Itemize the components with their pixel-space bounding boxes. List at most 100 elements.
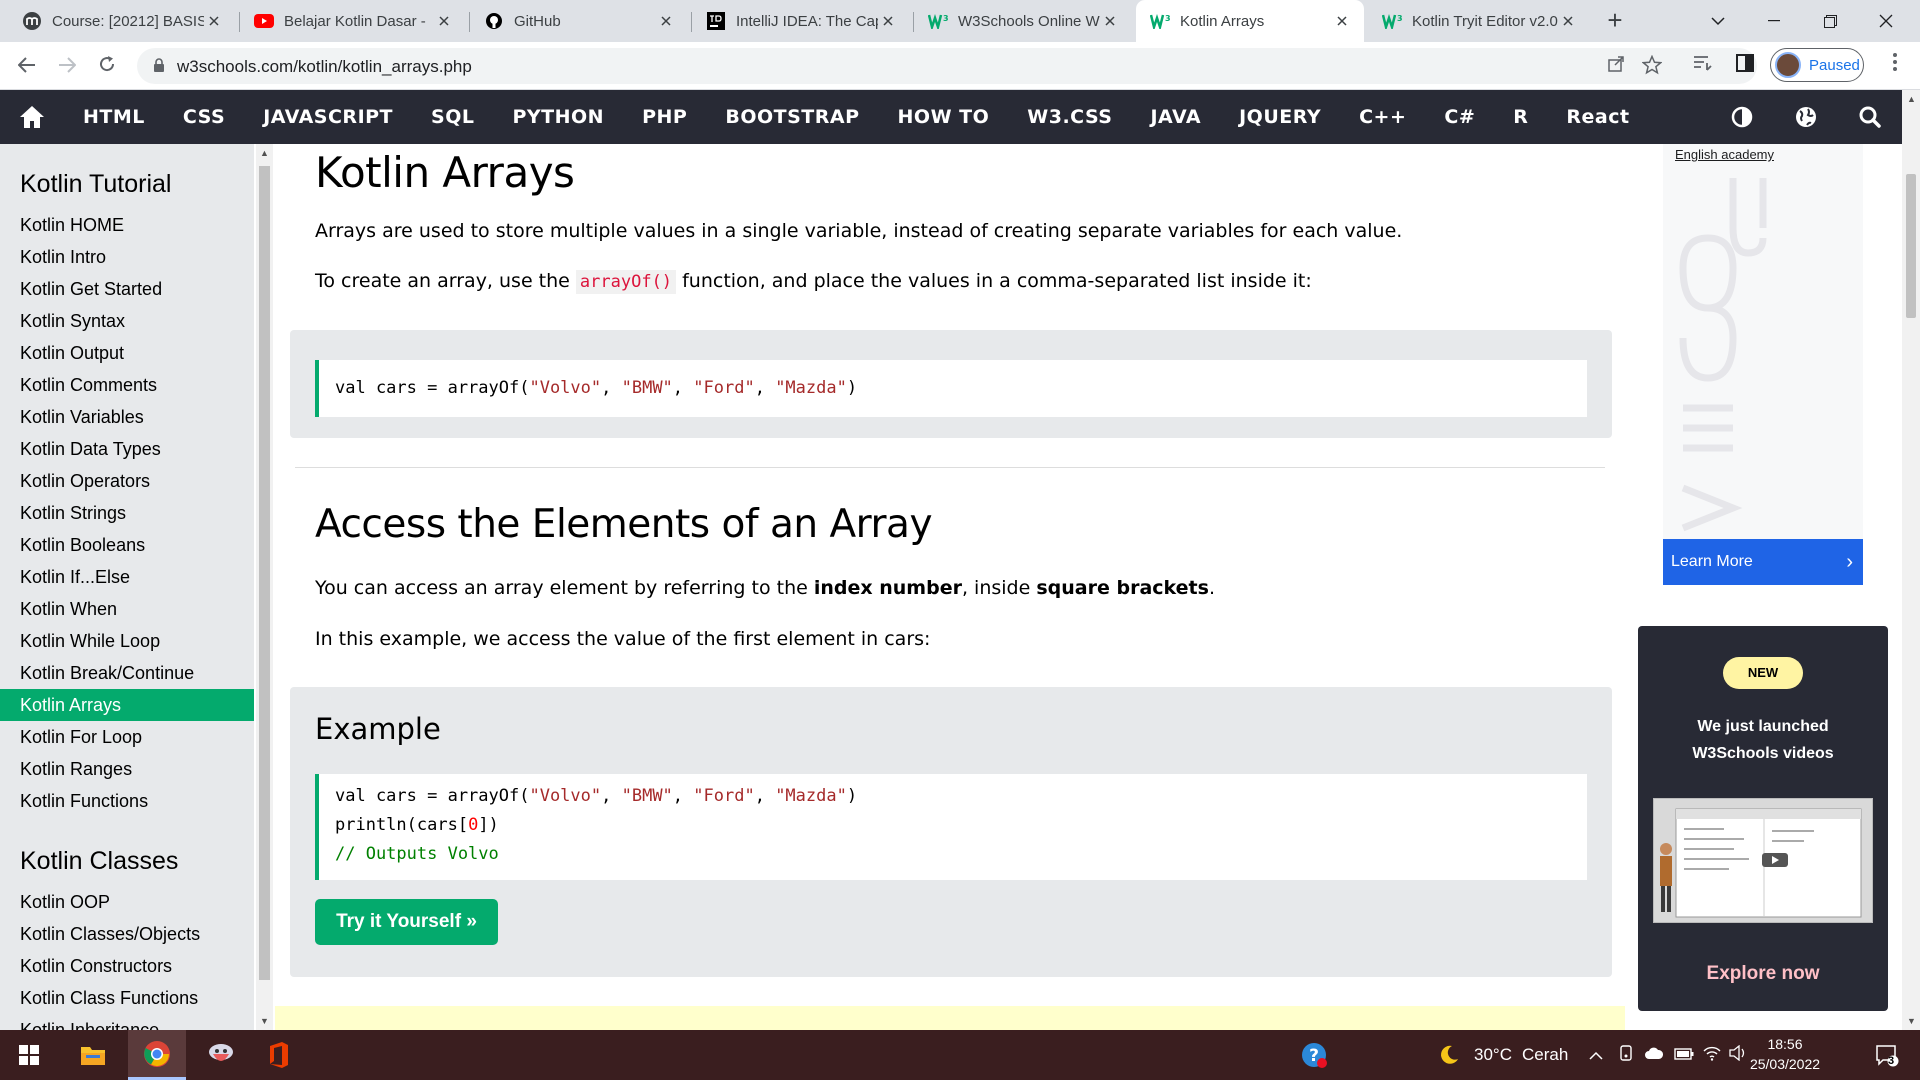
sidebar-link[interactable]: Kotlin Intro xyxy=(0,241,254,273)
reading-list-icon[interactable] xyxy=(1692,54,1714,76)
sidebar-link[interactable]: Kotlin Break/Continue xyxy=(0,657,254,689)
browser-menu-icon[interactable] xyxy=(1880,52,1910,82)
wifi-icon[interactable] xyxy=(1702,1045,1722,1065)
new-tab-button[interactable]: + xyxy=(1600,6,1630,36)
home-icon[interactable] xyxy=(0,90,64,144)
back-button[interactable] xyxy=(12,51,42,81)
weather-moon-icon[interactable] xyxy=(1420,1030,1478,1080)
notification-icon[interactable]: 3 xyxy=(1858,1030,1916,1080)
battery-icon[interactable] xyxy=(1674,1045,1694,1065)
reload-button[interactable] xyxy=(92,51,122,81)
sidebar-link[interactable]: Kotlin Output xyxy=(0,337,254,369)
chrome-taskbar-icon[interactable] xyxy=(128,1030,186,1080)
restore-button[interactable] xyxy=(1802,0,1858,42)
top-nav-link[interactable]: BOOTSTRAP xyxy=(706,90,878,144)
top-nav-link[interactable]: HTML xyxy=(64,90,164,144)
w3schools-videos-ad[interactable]: NEW We just launched W3Schools videos Ex… xyxy=(1638,626,1888,1011)
tab-close-icon[interactable] xyxy=(878,11,898,31)
ad-label[interactable]: English academy xyxy=(1675,147,1774,162)
scroll-down-arrow-icon[interactable]: ▼ xyxy=(259,1016,270,1026)
browser-tab[interactable]: GitHub xyxy=(470,0,688,42)
sidebar-link[interactable]: Kotlin Data Types xyxy=(0,433,254,465)
top-nav-link[interactable]: C++ xyxy=(1340,90,1425,144)
page-scrollbar[interactable]: ▲ ▼ xyxy=(1902,90,1920,1030)
scroll-up-arrow-icon[interactable]: ▲ xyxy=(259,148,270,158)
udemy-ad[interactable]: English academy Learn More › xyxy=(1663,144,1863,585)
sidebar-link[interactable]: Kotlin For Loop xyxy=(0,721,254,753)
top-nav-link[interactable]: HOW TO xyxy=(879,90,1009,144)
sidebar-link[interactable]: Kotlin Arrays xyxy=(0,689,254,721)
sidebar-scroll-thumb[interactable] xyxy=(259,166,270,980)
sidebar-link[interactable]: Kotlin Variables xyxy=(0,401,254,433)
sidebar-link[interactable]: Kotlin While Loop xyxy=(0,625,254,657)
sidebar-link[interactable]: Kotlin Get Started xyxy=(0,273,254,305)
tab-search-icon[interactable] xyxy=(1690,0,1746,42)
sidebar-link[interactable]: Kotlin Class Functions xyxy=(0,982,254,1014)
sidebar-link[interactable]: Kotlin When xyxy=(0,593,254,625)
top-nav-link[interactable]: JAVASCRIPT xyxy=(244,90,412,144)
globe-icon[interactable] xyxy=(1774,90,1838,144)
sidebar-link[interactable]: Kotlin OOP xyxy=(0,886,254,918)
top-nav-link[interactable]: CSS xyxy=(164,90,244,144)
top-nav-link[interactable]: PHP xyxy=(623,90,706,144)
sidebar-scrollbar[interactable]: ▲ ▼ xyxy=(256,144,273,1030)
tab-close-icon[interactable] xyxy=(1558,11,1578,31)
dark-mode-icon[interactable] xyxy=(1710,90,1774,144)
top-nav-link[interactable]: PYTHON xyxy=(493,90,623,144)
top-nav-link[interactable]: SQL xyxy=(412,90,493,144)
help-icon[interactable]: ? xyxy=(1285,1030,1343,1080)
browser-tab[interactable]: 3 W3Schools Online We xyxy=(914,0,1132,42)
page-scroll-thumb[interactable] xyxy=(1906,174,1916,318)
lock-icon[interactable] xyxy=(153,58,165,73)
url-bar[interactable]: w3schools.com/kotlin/kotlin_arrays.php xyxy=(137,48,1757,84)
file-explorer-icon[interactable] xyxy=(64,1030,122,1080)
tab-close-icon[interactable] xyxy=(1100,11,1120,31)
tab-close-icon[interactable] xyxy=(434,11,454,31)
tab-close-icon[interactable] xyxy=(656,11,676,31)
top-nav-link[interactable]: React xyxy=(1547,90,1648,144)
onedrive-cloud-icon[interactable] xyxy=(1644,1045,1664,1065)
browser-tab[interactable]: IntelliJ IDEA: The Capa xyxy=(692,0,910,42)
browser-tab[interactable]: 3 Kotlin Tryit Editor v2.0 xyxy=(1368,0,1590,42)
explore-now-link[interactable]: Explore now xyxy=(1638,963,1888,985)
top-nav-link[interactable]: W3.CSS xyxy=(1008,90,1131,144)
tray-chevron-up-icon[interactable] xyxy=(1586,1045,1606,1065)
scroll-up-arrow-icon[interactable]: ▲ xyxy=(1906,94,1917,104)
office-icon[interactable] xyxy=(250,1030,308,1080)
close-window-button[interactable] xyxy=(1858,0,1914,42)
sidebar-link[interactable]: Kotlin HOME xyxy=(0,209,254,241)
sidebar-link[interactable]: Kotlin Strings xyxy=(0,497,254,529)
minimize-button[interactable] xyxy=(1746,0,1802,42)
browser-tab[interactable]: Course: [20212] BASIS xyxy=(8,0,236,42)
video-preview-image[interactable] xyxy=(1653,798,1873,923)
sidebar-link[interactable]: Kotlin Comments xyxy=(0,369,254,401)
share-icon[interactable] xyxy=(1605,55,1627,77)
sidebar-link[interactable]: Kotlin Inheritance xyxy=(0,1014,254,1030)
scroll-down-arrow-icon[interactable]: ▼ xyxy=(1906,1016,1917,1026)
sidebar-link[interactable]: Kotlin Classes/Objects xyxy=(0,918,254,950)
sidebar-link[interactable]: Kotlin Constructors xyxy=(0,950,254,982)
sidebar-link[interactable]: Kotlin Booleans xyxy=(0,529,254,561)
top-nav-link[interactable]: JAVA xyxy=(1131,90,1220,144)
sidebar-link[interactable]: Kotlin Syntax xyxy=(0,305,254,337)
search-icon[interactable] xyxy=(1838,90,1902,144)
sidebar-link[interactable]: Kotlin If...Else xyxy=(0,561,254,593)
forward-button[interactable] xyxy=(52,51,82,81)
browser-tab[interactable]: Belajar Kotlin Dasar - xyxy=(240,0,466,42)
side-panel-icon[interactable] xyxy=(1734,54,1756,76)
browser-tab[interactable]: 3 Kotlin Arrays xyxy=(1136,0,1364,42)
app-taskbar-icon[interactable] xyxy=(192,1030,250,1080)
sidebar-link[interactable]: Kotlin Functions xyxy=(0,785,254,817)
learn-more-button[interactable]: Learn More › xyxy=(1663,539,1863,585)
top-nav-link[interactable]: JQUERY xyxy=(1220,90,1340,144)
windows-start-icon[interactable] xyxy=(0,1030,58,1080)
profile-button[interactable]: Paused xyxy=(1770,48,1864,82)
sidebar-link[interactable]: Kotlin Operators xyxy=(0,465,254,497)
taskbar-clock[interactable]: 18:56 25/03/2022 xyxy=(1740,1034,1830,1074)
tab-close-icon[interactable] xyxy=(204,11,224,31)
tray-device-icon[interactable] xyxy=(1616,1045,1636,1065)
top-nav-link[interactable]: R xyxy=(1494,90,1547,144)
bookmark-star-icon[interactable] xyxy=(1641,54,1663,77)
sidebar-link[interactable]: Kotlin Ranges xyxy=(0,753,254,785)
try-it-yourself-button[interactable]: Try it Yourself » xyxy=(315,899,498,945)
